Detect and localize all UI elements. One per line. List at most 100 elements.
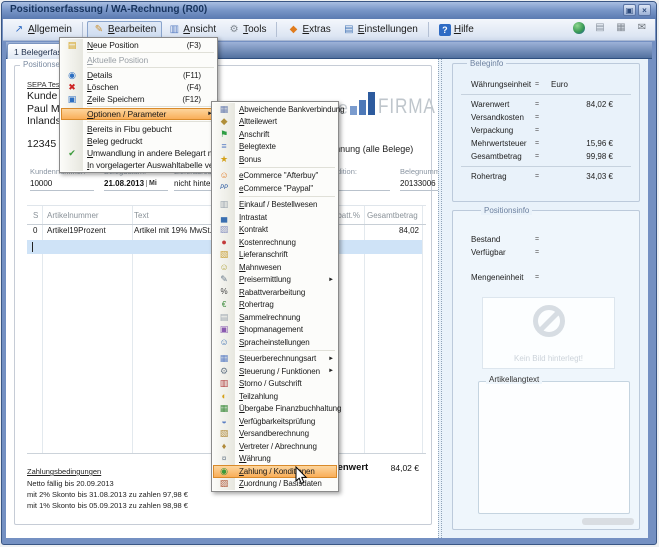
mail-icon[interactable]: ✉ [636, 22, 648, 34]
menu-item-zeile-speichern[interactable]: ▣ Zeile Speichern (F12) [61, 93, 216, 105]
menu-item-übergabe-finanzbuchhaltung[interactable]: ▦ Übergabe Finanzbuchhaltung [213, 403, 337, 416]
menu-item-vertreter-abrechnung[interactable]: ♦ Vertreter / Abrechnung [213, 440, 337, 453]
shop-icon: ▣ [213, 325, 235, 334]
steuerung-icon: ⚙ [213, 367, 235, 376]
company-logo: ne FIRMA [328, 92, 438, 115]
menu-item-in-vorgelagerter-auswahltabelle-verbergen[interactable]: In vorgelagerter Auswahltabelle verberge… [61, 159, 216, 171]
menu-item-steuerung-funktionen[interactable]: ⚙ Steuerung / Funktionen [213, 365, 337, 378]
menu-item-shopmanagement[interactable]: ▣ Shopmanagement [213, 324, 337, 337]
delete-icon: ✖ [61, 83, 83, 92]
globe-icon[interactable] [573, 22, 585, 34]
menu-button-extras[interactable]: ◆ Extras [281, 21, 336, 39]
menu-item-anschrift[interactable]: ⚑ Anschrift [213, 128, 337, 141]
menu-item-lieferanschrift[interactable]: ▧ Lieferanschrift [213, 249, 337, 262]
menu-item-ecommerce-paypal[interactable]: PP eCommerce "Paypal" [213, 182, 337, 195]
altteilewert-icon: ◆ [213, 117, 235, 126]
menu-item-bereits-in-fibu-gebucht[interactable]: Bereits in Fibu gebucht [61, 123, 216, 135]
separator [461, 94, 631, 95]
close-icon[interactable] [638, 4, 651, 16]
menu-item-währung[interactable]: ¤ Währung [213, 453, 337, 466]
belegtexte-icon: ≡ [213, 142, 235, 151]
submenu-arrow-icon [327, 356, 337, 362]
menu-item-löschen[interactable]: ✖ Löschen (F4) [61, 81, 216, 93]
menu-item-neue-position[interactable]: ▤ Neue Position (F3) [61, 39, 216, 51]
menu-item-aktuelle-position[interactable]: Aktuelle Position [61, 54, 216, 66]
flag-icon: ⚑ [213, 130, 235, 139]
printer-icon[interactable]: ▦ [615, 22, 627, 34]
mahnwesen-icon: ☺ [213, 263, 235, 272]
info-row-verpackung: Verpackung = [471, 124, 613, 137]
langtext-label: Artikellangtext [486, 375, 542, 384]
langtext-field[interactable] [478, 381, 630, 514]
details-icon: ◉ [61, 71, 83, 80]
view-icon: ▥ [168, 24, 180, 36]
separator [87, 106, 214, 107]
beleginfo-title: Beleginfo [467, 59, 506, 68]
menu-item-zahlung-konditionen[interactable]: ◉ Zahlung / Konditionen [213, 465, 337, 478]
menu-button-allgemein[interactable]: ↗ Allgemein [7, 21, 78, 39]
edit-icon: ✎ [93, 24, 105, 36]
menu-item-preisermittlung[interactable]: ✎ Preisermittlung [213, 274, 337, 287]
column-header[interactable]: Gesamtbetrag [367, 211, 418, 220]
menu-item-bonus[interactable]: ★ Bonus [213, 153, 337, 166]
menu-item-beleg-gedruckt[interactable]: Beleg gedruckt [61, 135, 216, 147]
titlebar: Positionserfassung / WA-Rechnung (R00) [2, 2, 656, 19]
no-image-icon [533, 305, 565, 337]
separator [239, 350, 335, 351]
menu-item-zuordnung-basisdaten[interactable]: ▨ Zuordnung / Basisdaten [213, 478, 337, 491]
bonus-icon: ★ [213, 155, 235, 164]
menu-item-mahnwesen[interactable]: ☺ Mahnwesen [213, 261, 337, 274]
menu-button-tools[interactable]: ⚙ Tools [222, 21, 272, 39]
menu-item-optionen-parameter[interactable]: Optionen / Parameter [61, 108, 216, 120]
menu-item-rohertrag[interactable]: € Rohertrag [213, 299, 337, 312]
menu-button-ansicht[interactable]: ▥ Ansicht [162, 21, 222, 39]
restore-icon[interactable] [623, 4, 636, 16]
column-header[interactable]: S [33, 211, 38, 220]
verfuegbarkeit-icon: ◒ [213, 417, 235, 426]
separator [276, 22, 277, 37]
info-row-währungseinheit: Währungseinheit = Euro [471, 78, 613, 91]
menu-item-details[interactable]: ◉ Details (F11) [61, 69, 216, 81]
menu-item-kontrakt[interactable]: ▨ Kontrakt [213, 224, 337, 237]
menu-item-versandberechnung[interactable]: ▧ Versandberechnung [213, 428, 337, 441]
menu-item-ecommerce-afterbuy[interactable]: ☺ eCommerce "Afterbuy" [213, 170, 337, 183]
menu-item-einkauf-bestellwesen[interactable]: ▥ Einkauf / Bestellwesen [213, 199, 337, 212]
logo-bars-icon [350, 92, 375, 115]
menu-item-umwandlung-in-andere-belegart-möglich[interactable]: ✔ Umwandlung in andere Belegart möglich [61, 147, 216, 159]
check-icon: ✔ [61, 149, 83, 158]
menu-item-teilzahlung[interactable]: ◐ Teilzahlung [213, 390, 337, 403]
tools-icon: ⚙ [228, 24, 240, 36]
vertreter-icon: ♦ [213, 442, 235, 451]
menu-item-kostenrechnung[interactable]: ● Kostenrechnung [213, 236, 337, 249]
menu-item-intrastat[interactable]: ▄ Intrastat [213, 211, 337, 224]
menu-item-abweichende-bankverbindung[interactable]: ▦ Abweichende Bankverbindung [213, 103, 337, 116]
menu-item-altteilewert[interactable]: ◆ Altteilewert [213, 116, 337, 129]
menu-item-spracheinstellungen[interactable]: ☺ Spracheinstellungen [213, 336, 337, 349]
menu-item-belegtexte[interactable]: ≡ Belegtexte [213, 141, 337, 154]
info-row-versandkosten: Versandkosten = [471, 111, 613, 124]
column-header[interactable]: Artikelnummer [47, 211, 99, 220]
positionsinfo-title: Positionsinfo [481, 206, 532, 215]
info-row-mehrwertsteuer: Mehrwertsteuer = 15,96 € [471, 137, 613, 150]
menu-item-steuerberechnungsart[interactable]: ▦ Steuerberechnungsart [213, 353, 337, 366]
document-icon[interactable]: ▤ [594, 22, 606, 34]
zahlung-icon: ◉ [213, 467, 235, 476]
menu-button-einstellungen[interactable]: ▤ Einstellungen [337, 21, 424, 39]
no-image-text: Kein Bild hinterlegt! [483, 354, 614, 363]
separator [87, 52, 214, 53]
menu-item-verfügbarkeitsprüfung[interactable]: ◒ Verfügbarkeitsprüfung [213, 415, 337, 428]
column-header[interactable]: Text [134, 211, 149, 220]
info-row-verfügbar: Verfügbar = [471, 246, 613, 259]
menu-item-storno-gutschrift[interactable]: ▥ Storno / Gutschrift [213, 378, 337, 391]
scrollbar-thumb[interactable] [582, 518, 634, 525]
kontrakt-icon: ▨ [213, 225, 235, 234]
menu-button-bearbeiten[interactable]: ✎ Bearbeiten [87, 21, 162, 39]
window-title: Positionserfassung / WA-Rechnung (R00) [10, 4, 207, 15]
menu-item-rabattverarbeitung[interactable]: % Rabattverarbeitung [213, 286, 337, 299]
text-caret [32, 242, 33, 252]
info-row-mengeneinheit: Mengeneinheit = [471, 271, 613, 284]
separator [428, 22, 429, 37]
menu-button-hilfe[interactable]: ? Hilfe [433, 21, 480, 39]
menu-item-sammelrechnung[interactable]: ▤ Sammelrechnung [213, 311, 337, 324]
sprache-icon: ☺ [213, 338, 235, 347]
